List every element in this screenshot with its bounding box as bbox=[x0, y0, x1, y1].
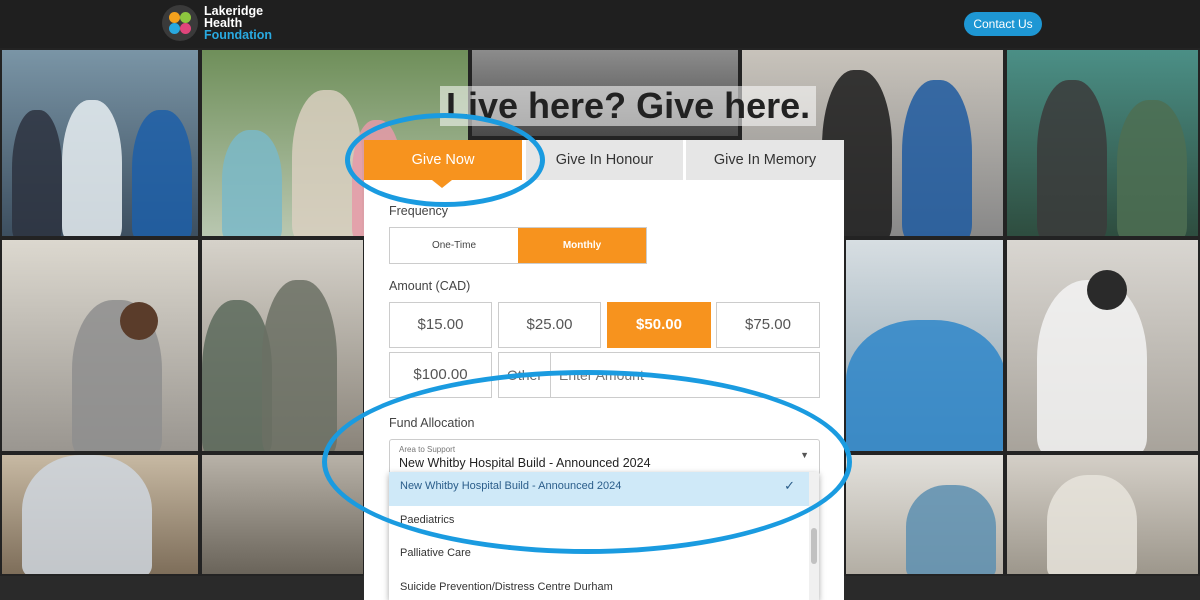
logo-line-3: Foundation bbox=[204, 28, 273, 42]
tab-give-now[interactable]: Give Now bbox=[364, 140, 522, 180]
frequency-label: Frequency bbox=[389, 204, 449, 218]
photo-tile bbox=[200, 453, 365, 576]
frequency-one-time-option[interactable]: One-Time bbox=[390, 228, 518, 263]
tab-give-in-honour[interactable]: Give In Honour bbox=[526, 140, 683, 180]
photo-tile bbox=[200, 238, 365, 453]
check-icon: ✓ bbox=[784, 478, 795, 493]
top-nav: Lakeridge Health Foundation Contact Us bbox=[0, 0, 1200, 48]
area-to-support-dropdown: New Whitby Hospital Build - Announced 20… bbox=[389, 472, 819, 600]
area-to-support-select[interactable]: Area to Support New Whitby Hospital Buil… bbox=[389, 439, 820, 475]
logo[interactable]: Lakeridge Health Foundation bbox=[162, 5, 272, 41]
photo-tile bbox=[0, 238, 200, 453]
dropdown-scrollbar[interactable] bbox=[809, 472, 819, 600]
amount-option-50[interactable]: $50.00 bbox=[607, 302, 711, 348]
amount-option-75[interactable]: $75.00 bbox=[716, 302, 820, 348]
frequency-toggle: One-Time Monthly bbox=[389, 227, 647, 264]
amount-label: Amount (CAD) bbox=[389, 279, 471, 293]
amount-option-100[interactable]: $100.00 bbox=[389, 352, 492, 398]
area-to-support-label: Area to Support bbox=[399, 445, 456, 454]
active-tab-pointer bbox=[432, 180, 452, 188]
other-amount-input[interactable] bbox=[551, 353, 819, 397]
amount-option-25[interactable]: $25.00 bbox=[498, 302, 601, 348]
logo-text: Lakeridge Health Foundation bbox=[204, 5, 273, 42]
frequency-monthly-option[interactable]: Monthly bbox=[518, 228, 646, 263]
other-amount-field: Other bbox=[498, 352, 820, 398]
area-to-support-value: New Whitby Hospital Build - Announced 20… bbox=[399, 456, 651, 470]
logo-mark-icon bbox=[162, 5, 198, 41]
scrollbar-thumb[interactable] bbox=[811, 528, 817, 564]
donation-tabs: Give Now Give In Honour Give In Memory bbox=[364, 140, 844, 180]
dropdown-option-palliative-care[interactable]: Palliative Care bbox=[389, 539, 809, 573]
photo-tile bbox=[1005, 48, 1200, 238]
dropdown-option-label: New Whitby Hospital Build - Announced 20… bbox=[400, 480, 622, 492]
dropdown-option-suicide-prevention[interactable]: Suicide Prevention/Distress Centre Durha… bbox=[389, 573, 809, 600]
contact-us-button[interactable]: Contact Us bbox=[964, 12, 1042, 36]
photo-tile bbox=[0, 48, 200, 238]
fund-allocation-label: Fund Allocation bbox=[389, 416, 475, 430]
photo-tile bbox=[1005, 238, 1200, 453]
photo-tile bbox=[0, 453, 200, 576]
dropdown-option-paediatrics[interactable]: Paediatrics bbox=[389, 506, 809, 540]
tab-give-in-memory[interactable]: Give In Memory bbox=[686, 140, 844, 180]
chevron-down-icon: ▼ bbox=[800, 450, 809, 460]
other-amount-label: Other bbox=[499, 353, 551, 397]
amount-option-15[interactable]: $15.00 bbox=[389, 302, 492, 348]
photo-tile bbox=[844, 238, 1005, 453]
photo-tile bbox=[844, 453, 1005, 576]
hero-headline: Live here? Give here. bbox=[440, 86, 817, 126]
photo-tile bbox=[1005, 453, 1200, 576]
dropdown-option-whitby[interactable]: New Whitby Hospital Build - Announced 20… bbox=[389, 472, 809, 506]
